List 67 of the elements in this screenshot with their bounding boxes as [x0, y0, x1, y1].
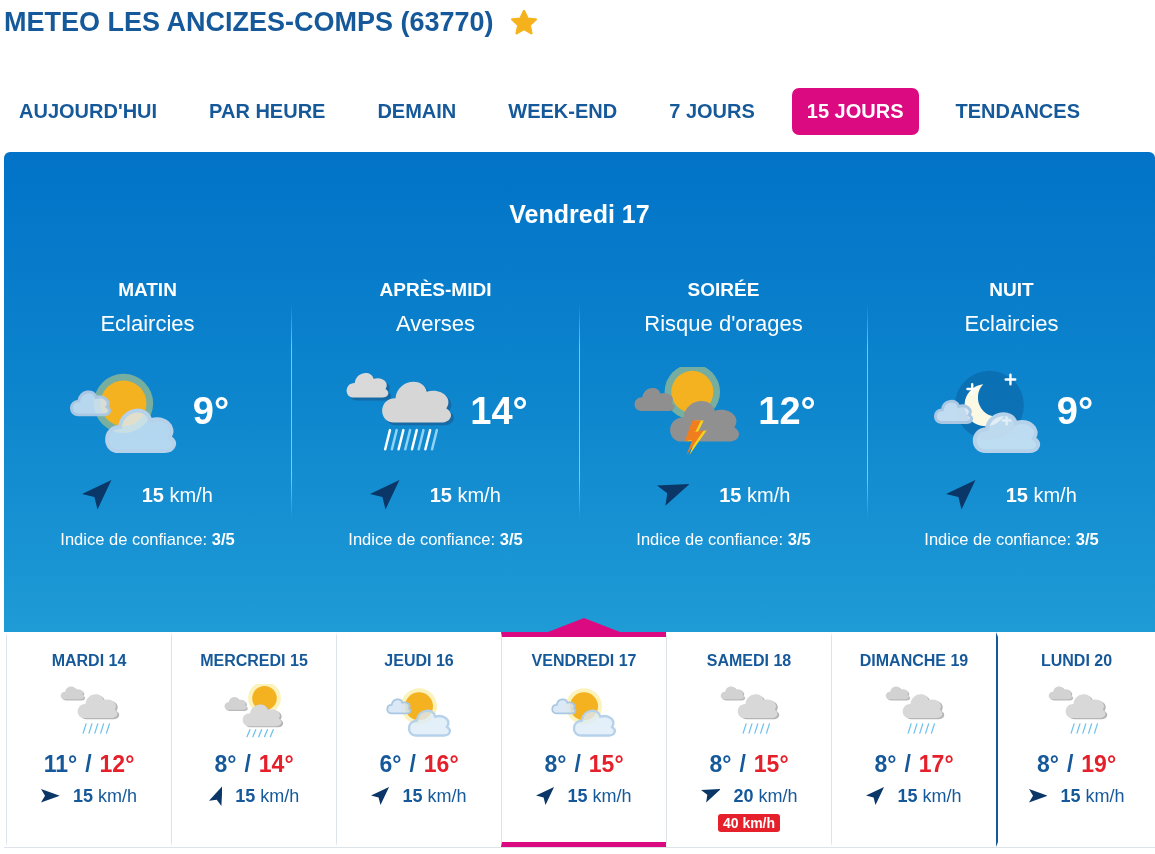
confidence-text: Indice de confiance: 3/5 [636, 530, 811, 548]
day-name: LUNDI 20 [1040, 651, 1113, 671]
tab[interactable]: DEMAIN [362, 88, 472, 135]
condition-text: Eclaircies [964, 311, 1059, 337]
period-label: NUIT [989, 279, 1034, 301]
wind-speed: 15 km/h [429, 484, 501, 506]
high-temperature: 17° [918, 750, 954, 778]
low-temperature: 8° [874, 750, 897, 778]
confidence-text: Indice de confiance: 3/5 [924, 530, 1099, 548]
day-name: JEUDI 16 [384, 651, 454, 671]
temperature: 14° [470, 389, 528, 433]
page-title: METEO LES ANCIZES-COMPS (63770) [4, 6, 494, 39]
wind-speed: 15 km/h [897, 785, 962, 807]
day-heading: Vendredi 17 [509, 199, 650, 229]
high-temperature: 15° [753, 750, 789, 778]
high-temperature: 12° [99, 750, 135, 778]
wind-speed: 20 km/h [733, 785, 798, 807]
confidence-text: Indice de confiance: 3/5 [348, 530, 523, 548]
wind-speed: 15 km/h [567, 785, 632, 807]
tab[interactable]: AUJOURD'HUI [4, 88, 173, 135]
wind-speed: 15 km/h [1005, 484, 1077, 506]
day-name: MARDI 14 [51, 651, 127, 671]
low-temperature: 6° [379, 750, 402, 778]
temperature: 9° [1056, 389, 1094, 433]
gust-badge: 40 km/h [717, 814, 781, 832]
temperature: 9° [192, 389, 230, 433]
temperature-separator: / [85, 750, 92, 778]
high-temperature: 16° [423, 750, 459, 778]
condition-text: Eclaircies [100, 311, 195, 337]
tab[interactable]: PAR HEURE [194, 88, 341, 135]
wind-speed: 15 km/h [72, 785, 137, 807]
day-name: DIMANCHE 19 [859, 651, 969, 671]
low-temperature: 8° [544, 750, 567, 778]
tab[interactable]: WEEK-END [493, 88, 633, 135]
low-temperature: 8° [1036, 750, 1059, 778]
temperature-separator: / [904, 750, 911, 778]
temperature-separator: / [574, 750, 581, 778]
temperature-separator: / [409, 750, 416, 778]
wind-speed: 15 km/h [719, 484, 791, 506]
temperature-separator: / [1066, 750, 1074, 778]
wind-speed: 15 km/h [141, 484, 213, 506]
low-temperature: 11° [43, 750, 78, 778]
temperature-separator: / [739, 750, 746, 778]
period-label: SOIRÉE [687, 279, 760, 301]
condition-text: Risque d'orages [644, 311, 803, 337]
day-name: VENDREDI 17 [531, 651, 637, 671]
condition-text: Averses [395, 311, 476, 337]
period-label: MATIN [118, 279, 177, 301]
low-temperature: 8° [214, 750, 237, 778]
day-name: MERCREDI 15 [200, 651, 308, 671]
wind-speed: 15 km/h [235, 785, 300, 807]
wind-speed: 15 km/h [402, 785, 467, 807]
day-name: SAMEDI 18 [706, 651, 792, 671]
selection-pointer-icon [548, 618, 620, 632]
confidence-text: Indice de confiance: 3/5 [60, 530, 235, 548]
temperature-separator: / [244, 750, 251, 778]
high-temperature: 19° [1081, 750, 1117, 778]
low-temperature: 8° [709, 750, 732, 778]
wind-speed: 15 km/h [1060, 785, 1125, 807]
star-icon[interactable] [509, 8, 538, 36]
tab[interactable]: 15 JOURS [791, 88, 919, 135]
temperature: 12° [758, 389, 816, 433]
high-temperature: 15° [588, 750, 624, 778]
period-label: APRÈS-MIDI [379, 279, 492, 301]
high-temperature: 14° [258, 750, 294, 778]
tab[interactable]: TENDANCES [940, 88, 1095, 135]
tab[interactable]: 7 JOURS [654, 88, 770, 135]
